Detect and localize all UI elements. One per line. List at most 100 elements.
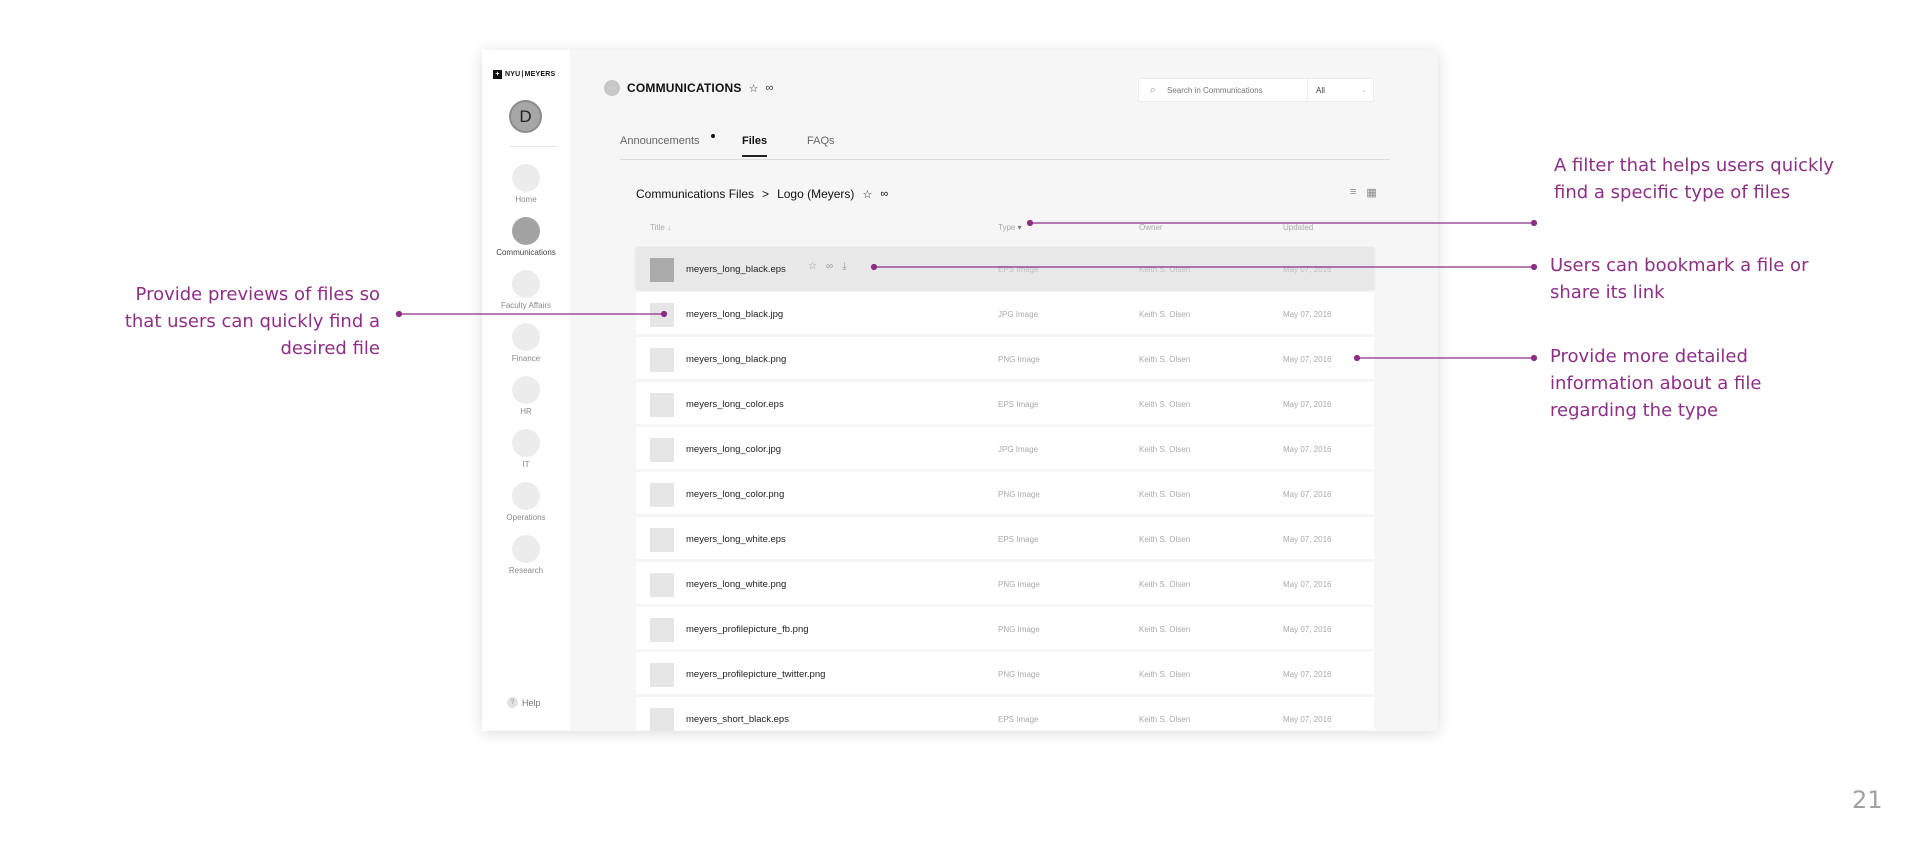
communications-icon — [512, 217, 540, 245]
view-toggle: ≡ ▦ — [1340, 186, 1377, 199]
sidebar-item-operations[interactable]: Operations — [482, 482, 570, 522]
file-owner: Keith S. Olsen — [1139, 265, 1191, 274]
tab-files[interactable]: Files — [742, 135, 768, 157]
file-owner: Keith S. Olsen — [1139, 310, 1191, 319]
sidebar-item-label: Finance — [511, 354, 541, 363]
table-row[interactable]: meyers_profilepicture_twitter.png PNG Im… — [636, 652, 1374, 694]
column-updated[interactable]: Updated — [1283, 223, 1313, 232]
file-preview-thumbnail[interactable] — [650, 303, 674, 327]
file-preview-thumbnail[interactable] — [650, 258, 674, 282]
chevron-down-icon: ⌄ — [1361, 86, 1367, 94]
table-row[interactable]: meyers_long_color.eps EPS Image Keith S.… — [636, 382, 1374, 424]
previews-connector-start — [395, 310, 403, 318]
file-name[interactable]: meyers_long_black.jpg — [686, 309, 783, 320]
file-updated: May 07, 2016 — [1283, 715, 1332, 724]
table-row[interactable]: meyers_long_white.eps EPS Image Keith S.… — [636, 517, 1374, 559]
file-owner: Keith S. Olsen — [1139, 490, 1191, 499]
file-type: EPS Image — [998, 400, 1039, 409]
file-type: PNG Image — [998, 580, 1040, 589]
column-type-filter[interactable]: Type ▾ — [998, 223, 1022, 232]
help-label: Help — [522, 697, 541, 708]
tab-announcements[interactable]: Announcements — [620, 135, 700, 147]
breadcrumb: Communications Files > Logo (Meyers) ☆ ∞ — [636, 187, 888, 201]
column-title[interactable]: Title ↓ — [650, 223, 671, 232]
home-icon — [512, 164, 540, 192]
file-owner: Keith S. Olsen — [1139, 445, 1191, 454]
link-icon[interactable]: ∞ — [826, 261, 833, 272]
download-icon[interactable]: ⤓ — [842, 261, 846, 272]
nyu-meyers-logo[interactable]: + NYU|MEYERS — [493, 70, 556, 79]
table-row[interactable]: meyers_long_black.png PNG Image Keith S.… — [636, 337, 1374, 379]
file-preview-thumbnail[interactable] — [650, 393, 674, 417]
breadcrumb-current: Logo (Meyers) — [777, 187, 855, 201]
file-updated: May 07, 2016 — [1283, 490, 1332, 499]
sidebar-item-label: Faculty Affairs — [500, 301, 552, 310]
table-row[interactable]: meyers_profilepicture_fb.png PNG Image K… — [636, 607, 1374, 649]
table-row[interactable]: meyers_long_black.jpg JPG Image Keith S.… — [636, 292, 1374, 334]
star-icon[interactable]: ☆ — [808, 261, 817, 272]
file-name[interactable]: meyers_long_black.png — [686, 354, 786, 365]
user-avatar[interactable]: D — [509, 100, 542, 133]
file-preview-thumbnail[interactable] — [650, 708, 674, 731]
file-type: EPS Image — [998, 265, 1039, 274]
column-owner[interactable]: Owner — [1139, 223, 1163, 232]
file-type: PNG Image — [998, 490, 1040, 499]
sidebar-item-research[interactable]: Research — [482, 535, 570, 575]
file-owner: Keith S. Olsen — [1139, 355, 1191, 364]
search-box: ⌕ All ⌄ — [1138, 78, 1374, 102]
search-scope-value: All — [1316, 85, 1325, 95]
table-row[interactable]: meyers_long_black.eps ☆ ∞ ⤓ EPS Image Ke… — [636, 247, 1374, 289]
tab-faqs[interactable]: FAQs — [807, 135, 835, 147]
file-updated: May 07, 2016 — [1283, 400, 1332, 409]
file-name[interactable]: meyers_long_white.png — [686, 579, 786, 590]
file-name[interactable]: meyers_long_color.eps — [686, 399, 784, 410]
file-name[interactable]: meyers_long_white.eps — [686, 534, 786, 545]
it-icon — [512, 429, 540, 457]
file-name[interactable]: meyers_profilepicture_twitter.png — [686, 669, 825, 680]
table-row[interactable]: meyers_short_black.eps EPS Image Keith S… — [636, 697, 1374, 731]
file-name[interactable]: meyers_profilepicture_fb.png — [686, 624, 809, 635]
sidebar-item-home[interactable]: Home — [482, 164, 570, 204]
link-icon[interactable]: ∞ — [765, 82, 773, 94]
link-icon[interactable]: ∞ — [880, 188, 888, 200]
sidebar-item-it[interactable]: IT — [482, 429, 570, 469]
file-preview-thumbnail[interactable] — [650, 573, 674, 597]
file-owner: Keith S. Olsen — [1139, 715, 1191, 724]
table-row[interactable]: meyers_long_color.jpg JPG Image Keith S.… — [636, 427, 1374, 469]
file-type: EPS Image — [998, 715, 1039, 724]
sidebar-item-communications[interactable]: Communications — [482, 217, 570, 257]
file-preview-thumbnail[interactable] — [650, 483, 674, 507]
file-type: JPG Image — [998, 310, 1039, 319]
file-preview-thumbnail[interactable] — [650, 618, 674, 642]
search-scope-select[interactable]: All ⌄ — [1308, 86, 1373, 95]
sidebar-item-hr[interactable]: HR — [482, 376, 570, 416]
list-view-icon[interactable]: ≡ — [1350, 186, 1356, 199]
star-icon[interactable]: ☆ — [749, 82, 759, 95]
file-preview-thumbnail[interactable] — [650, 663, 674, 687]
file-updated: May 07, 2016 — [1283, 580, 1332, 589]
file-preview-thumbnail[interactable] — [650, 348, 674, 372]
file-preview-thumbnail[interactable] — [650, 438, 674, 462]
search-input[interactable] — [1167, 85, 1307, 95]
table-row[interactable]: meyers_long_color.png PNG Image Keith S.… — [636, 472, 1374, 514]
details-connector-end — [1530, 354, 1538, 362]
page-number: 21 — [1852, 786, 1883, 814]
table-row[interactable]: meyers_long_white.png PNG Image Keith S.… — [636, 562, 1374, 604]
star-icon[interactable]: ☆ — [862, 188, 872, 201]
breadcrumb-root[interactable]: Communications Files — [636, 187, 754, 201]
hr-icon — [512, 376, 540, 404]
help-link[interactable]: ? Help — [507, 697, 541, 708]
file-owner: Keith S. Olsen — [1139, 400, 1191, 409]
file-name[interactable]: meyers_long_color.png — [686, 489, 784, 500]
file-name[interactable]: meyers_long_black.eps — [686, 264, 786, 275]
file-name[interactable]: meyers_long_color.jpg — [686, 444, 781, 455]
grid-view-icon[interactable]: ▦ — [1366, 186, 1376, 199]
sidebar-item-finance[interactable]: Finance — [482, 323, 570, 363]
bookmark-connector-end — [1530, 263, 1538, 271]
annotation-filter: A filter that helps users quickly find a… — [1554, 155, 1835, 203]
file-updated: May 07, 2016 — [1283, 265, 1332, 274]
file-preview-thumbnail[interactable] — [650, 528, 674, 552]
sidebar-item-faculty-affairs[interactable]: Faculty Affairs — [482, 270, 570, 310]
file-name[interactable]: meyers_short_black.eps — [686, 714, 789, 725]
main-panel: COMMUNICATIONS ☆ ∞ ⌕ All ⌄ Announcements… — [570, 50, 1438, 731]
